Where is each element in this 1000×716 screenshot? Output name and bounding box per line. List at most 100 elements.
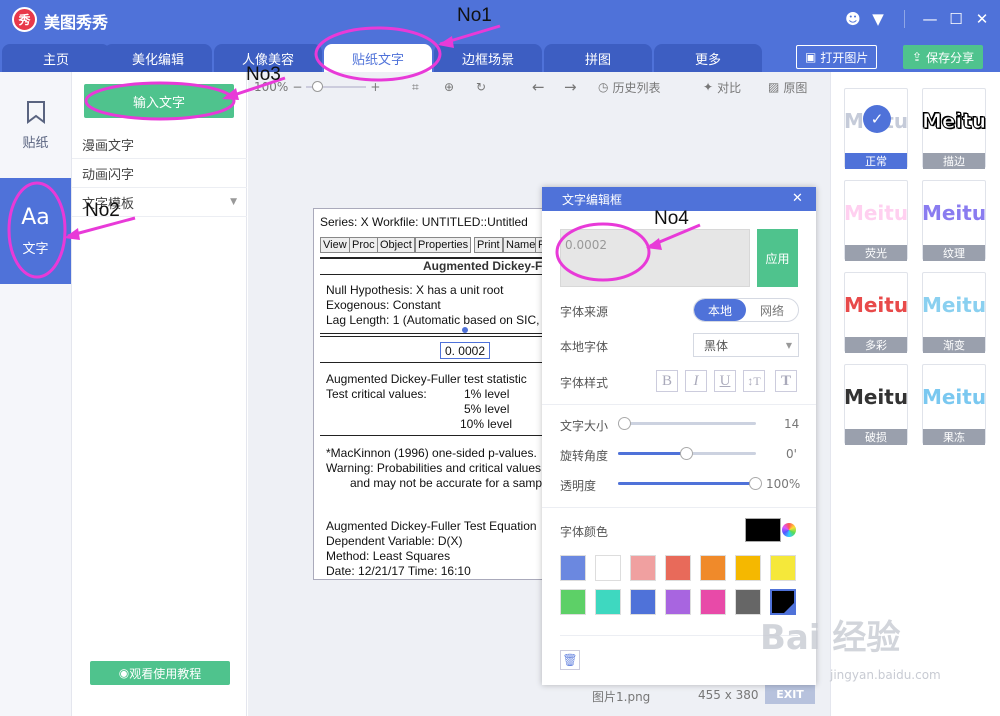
color-swatch[interactable]: [595, 589, 621, 615]
list-item-flash-text[interactable]: 动画闪字: [72, 159, 247, 188]
slider-knob[interactable]: [749, 477, 762, 490]
close-icon[interactable]: ✕: [972, 10, 992, 28]
picture-icon: ▨: [768, 80, 780, 94]
rotate-handle[interactable]: [462, 327, 468, 333]
shadow-text-button[interactable]: T: [775, 370, 797, 392]
local-font-select[interactable]: 黑体 ▼: [693, 333, 799, 357]
tab-home[interactable]: 主页: [2, 44, 110, 72]
vertical-text-button[interactable]: ↕T: [743, 370, 765, 392]
nav-sticker[interactable]: 贴纸: [0, 72, 71, 178]
rotation-slider[interactable]: [618, 447, 756, 460]
exit-button[interactable]: EXIT: [765, 684, 815, 704]
color-picker-icon[interactable]: [782, 523, 796, 537]
italic-button[interactable]: I: [685, 370, 707, 392]
color-swatch[interactable]: [630, 589, 656, 615]
style-card[interactable]: Meitu 多彩: [844, 272, 908, 353]
style-card[interactable]: Meitu 荧光: [844, 180, 908, 261]
open-image-button[interactable]: ▣ 打开图片: [796, 45, 878, 69]
color-swatch[interactable]: [735, 589, 761, 615]
color-swatch[interactable]: [700, 589, 726, 615]
style-card[interactable]: Meitu 描边: [921, 88, 987, 169]
font-size-slider[interactable]: [618, 417, 756, 430]
overlay-text-box[interactable]: 0. 0002: [440, 342, 490, 359]
color-swatch[interactable]: [735, 555, 761, 581]
rotation-label: 旋转角度: [560, 449, 609, 463]
list-item-comic-text[interactable]: 漫画文字: [72, 130, 247, 159]
tab-frame-scene[interactable]: 边框场景: [434, 44, 542, 72]
zoom-in-icon[interactable]: +: [370, 80, 380, 94]
zoom-slider[interactable]: [306, 81, 367, 92]
open-image-label: 打开图片: [820, 50, 869, 65]
eye-icon: ◉: [118, 666, 130, 680]
apply-button[interactable]: 应用: [757, 229, 798, 287]
undo-icon[interactable]: ←: [532, 78, 545, 96]
tab-beautify[interactable]: 美化编辑: [104, 44, 212, 72]
color-swatch[interactable]: [595, 555, 621, 581]
color-swatch[interactable]: [665, 555, 691, 581]
opacity-slider[interactable]: [618, 477, 762, 490]
doc-line: Warning: Probabilities and critical valu…: [326, 461, 541, 475]
crop-icon[interactable]: ⌗: [412, 78, 419, 96]
text-input-area[interactable]: 0.0002: [560, 229, 750, 287]
app-title: 美图秀秀: [44, 13, 109, 32]
slider-knob[interactable]: [680, 447, 693, 460]
color-swatch[interactable]: [700, 555, 726, 581]
style-card[interactable]: Meitu 渐变: [922, 272, 986, 353]
input-text-button[interactable]: 输入文字: [84, 84, 234, 118]
redo-icon[interactable]: →: [564, 78, 577, 96]
trash-icon[interactable]: 🗑: [560, 650, 580, 670]
color-swatch[interactable]: [630, 555, 656, 581]
style-card[interactable]: Meitu正常✓: [844, 88, 908, 169]
style-label: 描边: [923, 153, 985, 169]
doc-rule: [320, 362, 544, 363]
font-source-network[interactable]: 网络: [746, 299, 798, 321]
font-source-local[interactable]: 本地: [694, 299, 746, 321]
dialog-close-icon[interactable]: ✕: [792, 191, 803, 206]
style-label: 渐变: [923, 337, 985, 353]
list-item-label: 动画闪字: [82, 167, 135, 183]
color-swatch[interactable]: [560, 589, 586, 615]
compare-label: 对比: [717, 80, 742, 95]
slider-knob[interactable]: [618, 417, 631, 430]
nav-text-label: 文字: [22, 242, 49, 257]
style-preview: Meitu: [921, 201, 987, 225]
bold-button[interactable]: B: [656, 370, 678, 392]
doc-line: Augmented Dickey-Fuller test statistic: [326, 372, 527, 386]
style-preview: Meitu: [921, 109, 987, 134]
history-button[interactable]: ◷ 历史列表: [598, 78, 661, 96]
color-swatch[interactable]: [770, 555, 796, 581]
status-filename: 图片1.png: [592, 690, 651, 704]
tutorial-button[interactable]: ◉ 观看使用教程: [90, 661, 230, 685]
save-share-button[interactable]: ⇪ 保存分享: [903, 45, 984, 69]
doc-line: Lag Length: 1 (Automatic based on SIC,: [326, 313, 540, 327]
style-card[interactable]: Meitu 纹理: [921, 180, 987, 261]
list-item-label: 漫画文字: [82, 138, 135, 154]
tab-sticker-text[interactable]: 贴纸文字: [324, 44, 432, 72]
zoom-out-icon[interactable]: −: [292, 80, 302, 94]
menu-icon[interactable]: ▼: [868, 10, 888, 28]
nav-text[interactable]: Aa 文字: [0, 178, 71, 284]
rotate-icon[interactable]: ↻: [476, 78, 486, 96]
opacity-value: 100%: [766, 477, 801, 491]
chat-icon[interactable]: ☻: [843, 10, 863, 28]
style-card[interactable]: Meitu 果冻: [922, 364, 986, 445]
underline-button[interactable]: U: [714, 370, 736, 392]
color-swatch[interactable]: [560, 555, 586, 581]
maximize-icon[interactable]: ☐: [946, 10, 966, 28]
color-swatch[interactable]: [665, 589, 691, 615]
save-share-label: 保存分享: [926, 50, 975, 65]
tab-more[interactable]: 更多: [654, 44, 762, 72]
zoom-knob[interactable]: [312, 81, 324, 92]
original-button[interactable]: ▨ 原图: [768, 78, 807, 96]
clock-icon: ◷: [598, 80, 609, 94]
magnify-icon[interactable]: ⊕: [444, 78, 454, 96]
style-card[interactable]: Meitu 破损: [844, 364, 908, 445]
minimize-icon[interactable]: —: [920, 10, 940, 28]
local-font-value: 黑体: [704, 338, 729, 353]
slider-track: [618, 422, 756, 425]
compare-button[interactable]: ✦ 对比: [703, 78, 741, 96]
doc-line: 5% level: [464, 402, 510, 416]
tab-collage[interactable]: 拼图: [544, 44, 652, 72]
slider-fill: [618, 482, 756, 485]
current-color-swatch[interactable]: [745, 518, 781, 542]
